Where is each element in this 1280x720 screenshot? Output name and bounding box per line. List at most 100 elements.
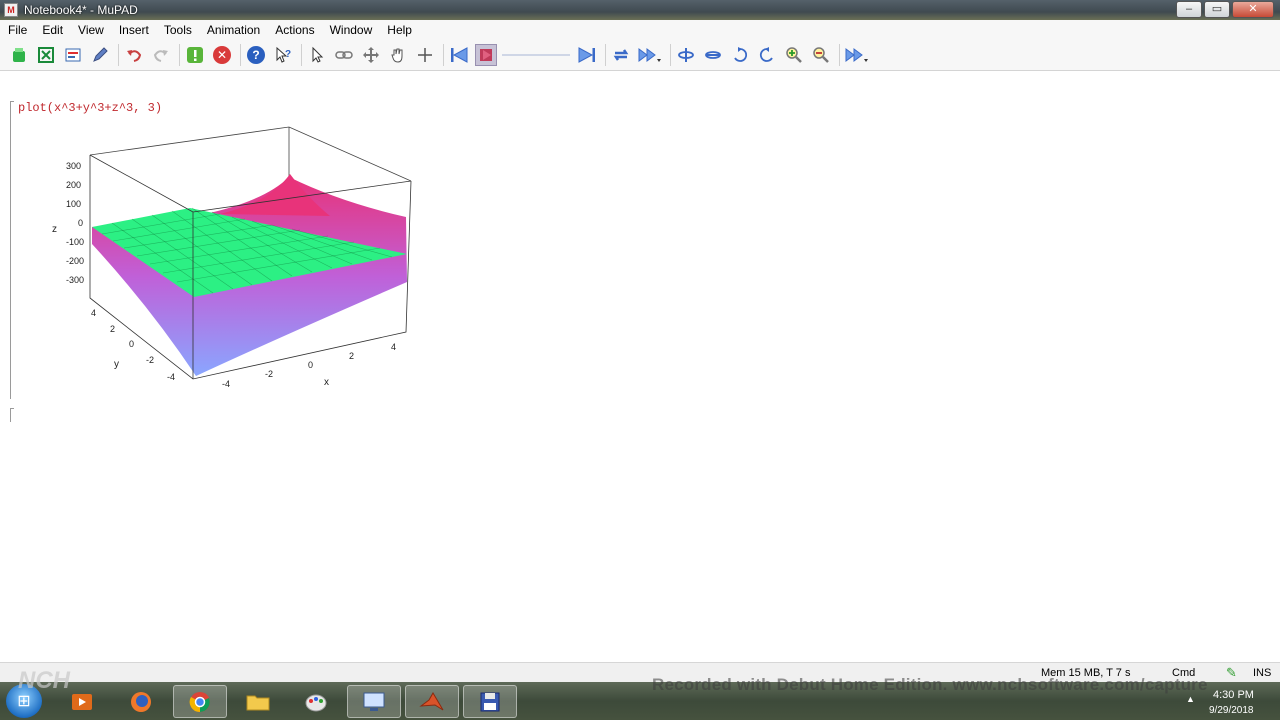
minimize-button[interactable]: – — [1176, 1, 1202, 18]
animation-start-button[interactable] — [448, 44, 470, 66]
edit-pencil-icon: ✎ — [1226, 665, 1237, 680]
text-region-icon — [65, 48, 81, 62]
animation-play-button[interactable] — [475, 44, 497, 66]
move-button[interactable] — [360, 44, 382, 66]
animation-end-button[interactable] — [576, 44, 598, 66]
menu-actions[interactable]: Actions — [275, 23, 314, 37]
fast-forward-button[interactable] — [637, 44, 663, 66]
zoom-out-button[interactable] — [810, 44, 832, 66]
pan-hand-button[interactable] — [387, 44, 409, 66]
rotate-cw-icon — [734, 47, 748, 62]
taskbar-mupad[interactable] — [463, 685, 517, 718]
stop-button[interactable]: ✕ — [211, 44, 233, 66]
taskbar-file-explorer[interactable] — [231, 685, 285, 718]
maximize-button[interactable]: ▭ — [1204, 1, 1230, 18]
svg-text:-100: -100 — [66, 237, 84, 247]
rotate-ccw-icon — [759, 47, 773, 62]
tray-expand-icon[interactable]: ▲ — [1186, 694, 1195, 704]
menu-tools[interactable]: Tools — [164, 23, 192, 37]
svg-text:4: 4 — [91, 308, 96, 318]
svg-text:-2: -2 — [265, 369, 273, 379]
rotate-vertical-button[interactable] — [702, 44, 724, 66]
taskbar-firefox[interactable] — [114, 685, 168, 718]
clock-time[interactable]: 4:30 PM — [1213, 689, 1254, 701]
window-controls: – ▭ ✕ — [1176, 1, 1274, 18]
window-title: Notebook4* - MuPAD — [24, 3, 138, 17]
menu-insert[interactable]: Insert — [119, 23, 149, 37]
close-button[interactable]: ✕ — [1232, 1, 1274, 18]
taskbar-debut-recorder[interactable] — [347, 685, 401, 718]
pointer-icon — [312, 46, 324, 63]
menu-help[interactable]: Help — [387, 23, 412, 37]
repeat-icon — [613, 49, 629, 61]
animation-repeat-button[interactable] — [610, 44, 632, 66]
taskbar-matlab[interactable] — [405, 685, 459, 718]
z-axis-ticks: 300 200 100 0 -100 -200 -300 — [66, 161, 84, 285]
command-input[interactable]: plot(x^3+y^3+z^3, 3) — [18, 101, 162, 115]
toolbar-separator — [670, 44, 671, 66]
context-help-button[interactable]: ? — [272, 44, 294, 66]
animation-slider[interactable] — [502, 45, 570, 65]
menu-view[interactable]: View — [78, 23, 104, 37]
rotate-horizontal-icon — [678, 48, 694, 62]
toolbar-separator — [301, 44, 302, 66]
toolbar-separator — [605, 44, 606, 66]
toolbar-separator — [240, 44, 241, 66]
menu-animation[interactable]: Animation — [207, 23, 260, 37]
svg-text:0: 0 — [129, 339, 134, 349]
link-icon — [335, 51, 353, 59]
rotate-vertical-icon — [705, 51, 721, 59]
svg-text:2: 2 — [110, 324, 115, 334]
svg-text:-4: -4 — [222, 379, 230, 389]
menu-edit[interactable]: Edit — [42, 23, 63, 37]
svg-text:100: 100 — [66, 199, 81, 209]
zoom-in-button[interactable] — [783, 44, 805, 66]
recorder-monitor-icon — [363, 692, 385, 711]
input-region-bracket — [10, 101, 14, 399]
help-button[interactable]: ? — [245, 44, 267, 66]
taskbar-paint[interactable] — [289, 685, 343, 718]
insert-mode-status: INS — [1253, 667, 1272, 679]
svg-text:300: 300 — [66, 161, 81, 171]
menu-file[interactable]: File — [8, 23, 27, 37]
rotate-cw-button[interactable] — [729, 44, 751, 66]
recording-watermark: Recorded with Debut Home Edition. www.nc… — [652, 675, 1208, 694]
empty-input-bracket[interactable] — [10, 408, 14, 422]
edit-pencil-button[interactable] — [89, 44, 111, 66]
hand-icon — [391, 48, 403, 63]
redo-icon — [153, 50, 168, 62]
camera-forward-icon — [845, 48, 868, 62]
y-axis-label: y — [114, 359, 119, 370]
undo-button[interactable] — [123, 44, 145, 66]
rotate-horizontal-button[interactable] — [675, 44, 697, 66]
evaluate-all-button[interactable] — [35, 44, 57, 66]
select-pointer-button[interactable] — [306, 44, 328, 66]
z-axis-label: z — [52, 224, 57, 235]
svg-text:-300: -300 — [66, 275, 84, 285]
menu-window[interactable]: Window — [330, 23, 373, 37]
text-region-button[interactable] — [62, 44, 84, 66]
paint-palette-icon — [305, 694, 327, 711]
redo-button[interactable] — [150, 44, 172, 66]
firefox-icon — [131, 691, 151, 712]
context-help-icon: ? — [276, 46, 291, 63]
taskbar-chrome[interactable] — [173, 685, 227, 718]
evaluate-all-icon — [38, 47, 54, 63]
new-notebook-button[interactable] — [8, 44, 30, 66]
rotate-ccw-button[interactable] — [756, 44, 778, 66]
link-button[interactable] — [333, 44, 355, 66]
svg-text:200: 200 — [66, 180, 81, 190]
crosshair-button[interactable] — [414, 44, 436, 66]
mupad-save-icon — [480, 692, 500, 711]
zoom-out-icon — [813, 47, 829, 63]
undo-icon — [127, 50, 142, 62]
clock-date[interactable]: 9/29/2018 — [1209, 705, 1254, 716]
camera-animation-button[interactable] — [844, 44, 870, 66]
svg-text:?: ? — [285, 49, 291, 60]
svg-text:0: 0 — [308, 360, 313, 370]
play-icon — [480, 49, 492, 61]
notebook-area[interactable]: plot(x^3+y^3+z^3, 3) 300 200 100 0 -100 … — [0, 72, 1280, 662]
plot-3d[interactable]: 300 200 100 0 -100 -200 -300 z 4 2 0 -2 … — [40, 122, 430, 412]
svg-text:2: 2 — [349, 351, 354, 361]
evaluate-button[interactable] — [184, 44, 206, 66]
